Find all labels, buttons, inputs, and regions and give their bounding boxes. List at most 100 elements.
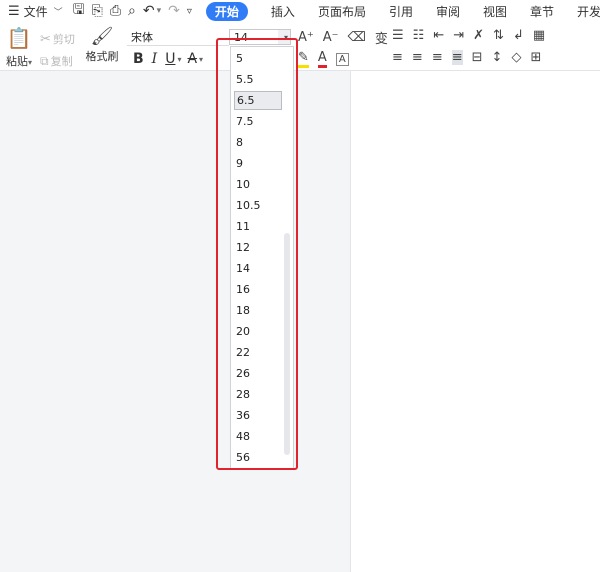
bold-icon[interactable]: B bbox=[133, 51, 144, 67]
quick-access-toolbar: 🖫 ⎘ ⎙ ⌕ ↶ ▾ ↷ ▿ bbox=[73, 0, 192, 23]
tab-chapter[interactable]: 章节 bbox=[530, 3, 554, 20]
font-size-option[interactable]: 11 bbox=[234, 217, 282, 236]
font-size-option[interactable]: 36 bbox=[234, 406, 282, 425]
font-color-icon[interactable]: A bbox=[317, 50, 327, 68]
highlight-icon[interactable]: ✎ bbox=[298, 50, 309, 68]
font-size-option[interactable]: 10.5 bbox=[234, 196, 282, 215]
paste-button[interactable]: 📋 bbox=[4, 26, 34, 50]
align-center-icon[interactable]: ≡ bbox=[412, 50, 423, 65]
chinese-layout-icon[interactable]: ✗ bbox=[473, 28, 484, 43]
bullet-list-icon[interactable]: ☰ bbox=[392, 28, 404, 43]
canvas-background bbox=[0, 71, 350, 572]
file-menu-label: 文件 bbox=[23, 4, 48, 19]
file-menu-button[interactable]: ☰ 文件 ﹀ bbox=[8, 3, 63, 20]
paragraph-tools-top: ☰ ☷ ⇤ ⇥ ✗ ⇅ ↲ ▦ bbox=[392, 28, 545, 43]
tab-developer[interactable]: 开发工具 bbox=[577, 3, 600, 20]
font-size-option[interactable]: 26 bbox=[234, 364, 282, 383]
more-icon[interactable]: ▿ bbox=[187, 6, 192, 17]
paste-label-text: 粘贴 bbox=[6, 55, 28, 68]
tab-page-layout[interactable]: 页面布局 bbox=[318, 3, 366, 20]
font-name-input[interactable]: 宋体 bbox=[127, 30, 229, 46]
font-size-option[interactable]: 56 bbox=[234, 448, 282, 467]
scissors-icon: ✂ bbox=[40, 31, 51, 47]
border-icon[interactable]: ⊞ bbox=[530, 50, 541, 65]
tab-references[interactable]: 引用 bbox=[389, 3, 413, 20]
clear-format-icon[interactable]: ⌫ bbox=[348, 30, 366, 45]
phonetic-icon[interactable]: 变 bbox=[375, 28, 388, 47]
chevron-down-icon[interactable]: ▾ bbox=[284, 30, 288, 46]
font-size-option[interactable]: 12 bbox=[234, 238, 282, 257]
font-size-option[interactable]: 10 bbox=[234, 175, 282, 194]
undo-icon[interactable]: ↶ bbox=[143, 3, 155, 19]
copy-icon: ⧉ bbox=[40, 53, 49, 68]
paste-label[interactable]: 粘贴▾ bbox=[6, 53, 32, 69]
font-size-option[interactable]: 9 bbox=[234, 154, 282, 173]
font-size-input[interactable]: 14 ▾ bbox=[229, 29, 291, 45]
paintbrush-icon: 🖌 bbox=[90, 26, 114, 47]
show-marks-icon[interactable]: ↲ bbox=[513, 28, 524, 43]
font-size-option-selected[interactable]: 6.5 bbox=[234, 91, 282, 110]
cut-button[interactable]: ✂ 剪切 bbox=[40, 31, 75, 47]
sort-icon[interactable]: ⇅ bbox=[493, 28, 504, 43]
font-size-option[interactable]: 16 bbox=[234, 280, 282, 299]
font-size-option[interactable]: 8 bbox=[234, 133, 282, 152]
shrink-font-icon[interactable]: A⁻ bbox=[323, 30, 339, 45]
save-icon[interactable]: 🖫 bbox=[73, 0, 85, 23]
font-size-dropdown[interactable]: 5 5.5 6.5 7.5 8 9 10 10.5 11 12 14 16 18… bbox=[230, 46, 294, 470]
font-size-option[interactable]: 48 bbox=[234, 427, 282, 446]
table-icon[interactable]: ▦ bbox=[533, 28, 545, 43]
distribute-icon[interactable]: ⊟ bbox=[472, 50, 483, 65]
decrease-indent-icon[interactable]: ⇤ bbox=[433, 28, 444, 43]
chevron-down-icon: ﹀ bbox=[53, 7, 63, 18]
font-size-option[interactable]: 14 bbox=[234, 259, 282, 278]
italic-icon[interactable]: I bbox=[152, 51, 158, 67]
dropdown-scrollbar-thumb[interactable] bbox=[284, 233, 290, 455]
font-size-option[interactable]: 22 bbox=[234, 343, 282, 362]
tab-review[interactable]: 审阅 bbox=[436, 3, 460, 20]
print-icon[interactable]: ⎙ bbox=[110, 3, 121, 19]
menu-bar: ☰ 文件 ﹀ 🖫 ⎘ ⎙ ⌕ ↶ ▾ ↷ ▿ 开始 插入 页面布局 引用 审阅 … bbox=[0, 0, 600, 22]
font-name-value: 宋体 bbox=[131, 31, 153, 44]
print-preview-icon[interactable]: ⌕ bbox=[128, 3, 136, 19]
grow-font-icon[interactable]: A⁺ bbox=[298, 30, 314, 45]
format-painter-label: 格式刷 bbox=[85, 50, 119, 63]
char-border-icon[interactable]: A bbox=[335, 52, 349, 66]
copy-button[interactable]: ⧉ 复制 bbox=[40, 53, 73, 69]
underline-dropdown-icon[interactable]: ▾ bbox=[177, 55, 181, 64]
export-pdf-icon[interactable]: ⎘ bbox=[92, 3, 103, 19]
font-size-option[interactable]: 7.5 bbox=[234, 112, 282, 131]
ribbon: 📋 粘贴▾ ✂ 剪切 ⧉ 复制 🖌 格式刷 宋体 14 ▾ B I U ▾ A … bbox=[0, 22, 600, 71]
undo-dropdown-icon[interactable]: ▾ bbox=[157, 6, 162, 16]
font-size-option[interactable]: 28 bbox=[234, 385, 282, 404]
underline-icon[interactable]: U bbox=[165, 51, 175, 67]
font-size-option[interactable]: 5 bbox=[234, 49, 282, 68]
align-right-icon[interactable]: ≡ bbox=[432, 50, 443, 65]
ribbon-tabs: 开始 插入 页面布局 引用 审阅 视图 章节 开发工具 bbox=[205, 1, 600, 21]
font-size-value: 14 bbox=[234, 31, 248, 44]
tab-insert[interactable]: 插入 bbox=[271, 3, 295, 20]
strikethrough-dropdown-icon[interactable]: ▾ bbox=[199, 55, 203, 64]
justify-icon[interactable]: ≡ bbox=[451, 50, 463, 65]
line-spacing-icon[interactable]: ↕ bbox=[492, 50, 503, 65]
document-page[interactable] bbox=[350, 71, 600, 572]
font-format-row: B I U ▾ A ▾ bbox=[133, 51, 209, 67]
increase-indent-icon[interactable]: ⇥ bbox=[453, 28, 464, 43]
font-tools-top: A⁺ A⁻ ⌫ 变 bbox=[298, 28, 388, 47]
paragraph-tools-bottom: ≡ ≡ ≡ ≡ ⊟ ↕ ◇ ⊞ bbox=[392, 50, 541, 65]
numbered-list-icon[interactable]: ☷ bbox=[413, 28, 425, 43]
copy-label: 复制 bbox=[50, 55, 73, 68]
clipboard-icon: 📋 bbox=[6, 26, 32, 50]
font-size-option[interactable]: 20 bbox=[234, 322, 282, 341]
strikethrough-icon[interactable]: A bbox=[187, 51, 197, 67]
format-painter-button[interactable]: 🖌 格式刷 bbox=[84, 26, 120, 64]
font-size-option[interactable]: 18 bbox=[234, 301, 282, 320]
redo-icon[interactable]: ↷ bbox=[168, 3, 180, 19]
font-tools-bottom: ✎ A A bbox=[298, 50, 349, 68]
hamburger-icon: ☰ bbox=[8, 3, 20, 19]
font-size-option[interactable]: 5.5 bbox=[234, 70, 282, 89]
tab-home[interactable]: 开始 bbox=[205, 1, 248, 21]
align-left-icon[interactable]: ≡ bbox=[392, 50, 403, 65]
tab-view[interactable]: 视图 bbox=[483, 3, 507, 20]
cut-label: 剪切 bbox=[52, 33, 75, 46]
shading-icon[interactable]: ◇ bbox=[511, 50, 521, 65]
